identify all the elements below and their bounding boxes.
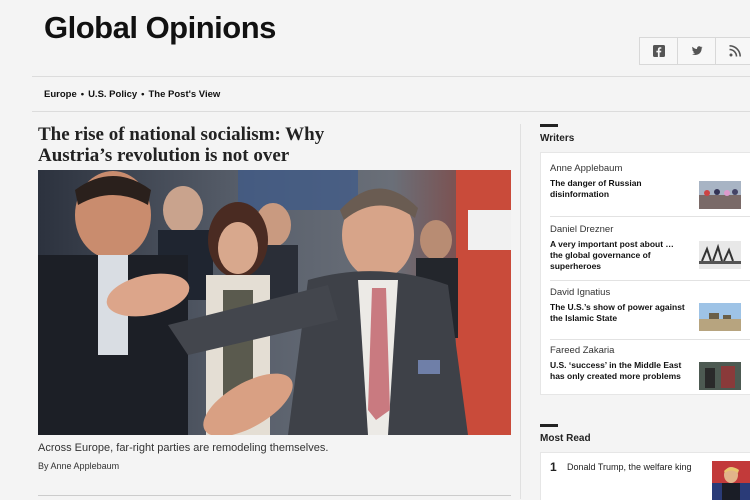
lead-story-photo[interactable] xyxy=(38,170,511,435)
most-read-thumbnail[interactable] xyxy=(712,461,750,500)
byline-author[interactable]: Anne Applebaum xyxy=(51,461,120,471)
writer-article-title[interactable]: The danger of Russian disinformation xyxy=(550,178,685,200)
writer-article-thumbnail[interactable] xyxy=(699,181,741,209)
writer-name[interactable]: David Ignatius xyxy=(550,287,750,298)
writer-divider xyxy=(550,280,750,281)
headline-line-1: The rise of national socialism: Why xyxy=(38,124,325,145)
headline-line-2: Austria’s revolution is not over xyxy=(38,145,290,166)
writer-article-thumbnail[interactable] xyxy=(699,362,741,390)
writer-article-title[interactable]: A very important post about … the global… xyxy=(550,239,685,272)
page: Global Opinions Europe • U.S. Policy • T… xyxy=(0,0,750,500)
writer-article-thumbnail[interactable] xyxy=(699,241,741,269)
rss-icon xyxy=(728,45,741,57)
subnav-item-us-policy[interactable]: U.S. Policy xyxy=(88,89,137,100)
byline-prefix: By xyxy=(38,461,49,471)
writer-name[interactable]: Anne Applebaum xyxy=(550,163,750,174)
most-read-item-title[interactable]: Donald Trump, the welfare king xyxy=(567,462,692,472)
writer-name[interactable]: Fareed Zakaria xyxy=(550,345,750,356)
facebook-button[interactable] xyxy=(640,38,678,64)
header-divider xyxy=(32,76,750,77)
writer-divider xyxy=(550,216,750,217)
writers-accent-bar xyxy=(540,124,558,127)
subnav-separator: • xyxy=(80,89,85,100)
twitter-icon xyxy=(691,46,702,55)
most-read-rank: 1 xyxy=(550,460,557,474)
subnav-divider xyxy=(32,111,750,112)
most-read-accent-bar xyxy=(540,424,558,427)
most-read-heading: Most Read xyxy=(540,433,591,444)
section-title: Global Opinions xyxy=(44,10,276,45)
rss-button[interactable] xyxy=(716,38,750,64)
social-share-bar xyxy=(639,37,750,65)
lead-story-headline[interactable]: The rise of national socialism: Why Aust… xyxy=(38,124,368,166)
column-divider xyxy=(520,124,521,499)
lead-story-bottom-divider xyxy=(38,495,511,496)
subnav-item-europe[interactable]: Europe xyxy=(44,89,77,100)
subnav-separator: • xyxy=(141,89,145,100)
writer-name[interactable]: Daniel Drezner xyxy=(550,224,750,235)
writer-divider xyxy=(550,339,750,340)
subnav-item-posts-view[interactable]: The Post's View xyxy=(149,89,221,100)
facebook-icon xyxy=(652,45,665,57)
writer-article-thumbnail[interactable] xyxy=(699,303,741,331)
writers-list: Anne Applebaum The danger of Russian dis… xyxy=(540,152,750,395)
writers-heading: Writers xyxy=(540,133,575,144)
rally-photo-illustration xyxy=(38,170,511,435)
twitter-button[interactable] xyxy=(678,38,716,64)
writer-article-title[interactable]: U.S. ‘success’ in the Middle East has on… xyxy=(550,360,685,382)
lead-story-byline: By Anne Applebaum xyxy=(38,461,119,471)
lead-story-caption: Across Europe, far-right parties are rem… xyxy=(38,442,329,454)
most-read-list: 1 Donald Trump, the welfare king xyxy=(540,452,750,500)
section-subnav: Europe • U.S. Policy • The Post's View xyxy=(44,89,220,100)
writer-article-title[interactable]: The U.S.’s show of power against the Isl… xyxy=(550,302,685,324)
